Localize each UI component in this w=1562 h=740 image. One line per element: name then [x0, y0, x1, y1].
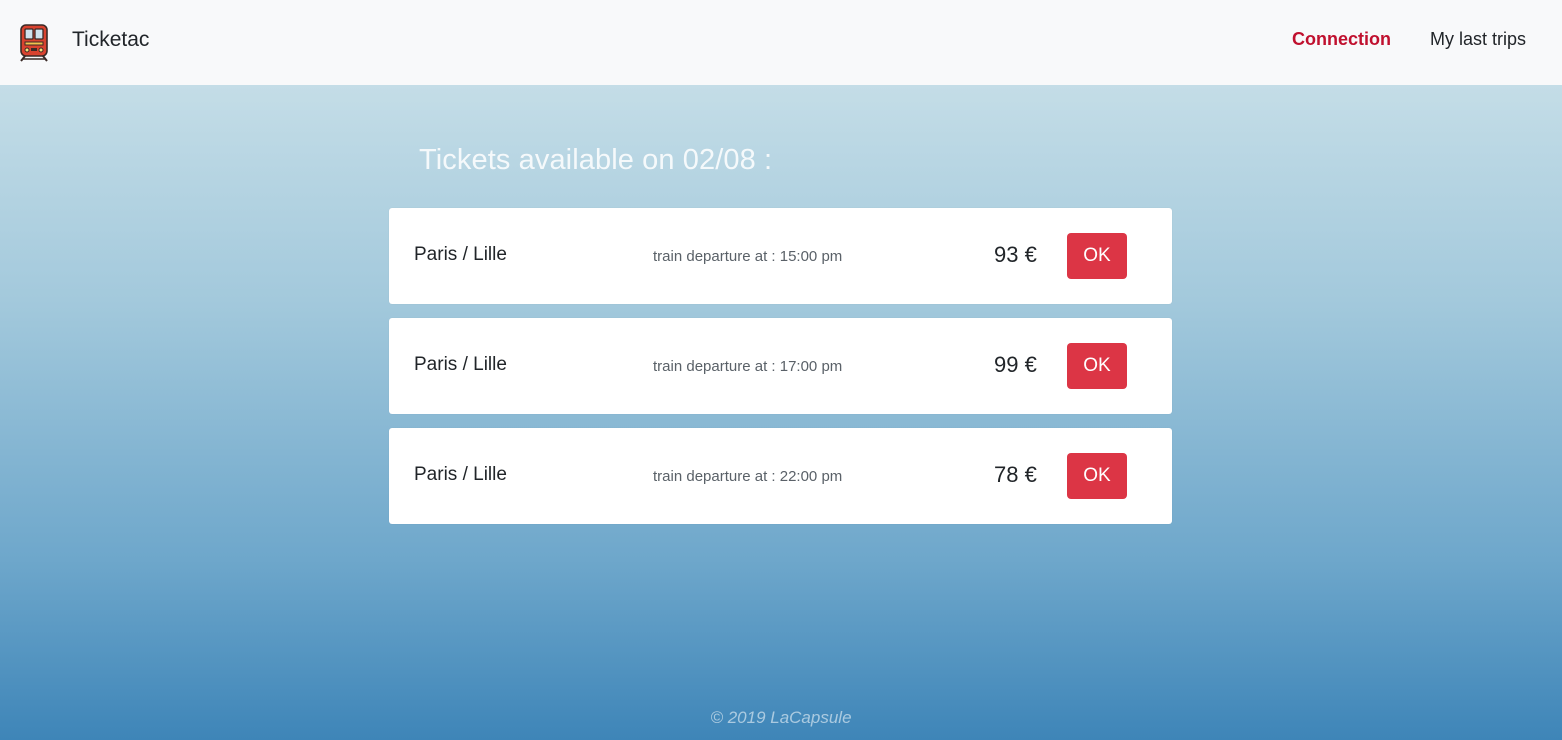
ticket-card: Paris / Lille train departure at : 22:00… — [389, 428, 1172, 524]
ticket-card: Paris / Lille train departure at : 17:00… — [389, 318, 1172, 414]
brand-name: Ticketac — [72, 27, 150, 51]
page-title: Tickets available on 02/08 : — [419, 144, 773, 176]
ok-button[interactable]: OK — [1067, 233, 1127, 279]
ticket-route: Paris / Lille — [414, 244, 507, 265]
navbar: Ticketac Connection My last trips — [0, 0, 1562, 85]
train-icon — [18, 23, 50, 62]
nav-last-trips-link[interactable]: My last trips — [1430, 29, 1526, 50]
ok-button[interactable]: OK — [1067, 453, 1127, 499]
ticket-card: Paris / Lille train departure at : 15:00… — [389, 208, 1172, 304]
footer-copyright: © 2019 LaCapsule — [710, 708, 852, 727]
ticket-route: Paris / Lille — [414, 464, 507, 485]
ticket-departure-time: train departure at : 17:00 pm — [653, 358, 843, 375]
ticket-price: 93 € — [994, 242, 1037, 267]
ticket-departure-time: train departure at : 15:00 pm — [653, 248, 843, 265]
brand-link[interactable]: Ticketac — [18, 0, 149, 85]
ticket-route: Paris / Lille — [414, 354, 507, 375]
ticket-departure-time: train departure at : 22:00 pm — [653, 468, 843, 485]
ticket-price: 78 € — [994, 462, 1037, 487]
nav-connection-link[interactable]: Connection — [1292, 29, 1391, 50]
nav-links: Connection My last trips — [1292, 0, 1526, 85]
ok-button[interactable]: OK — [1067, 343, 1127, 389]
ticket-price: 99 € — [994, 352, 1037, 377]
ticket-list: Paris / Lille train departure at : 15:00… — [389, 208, 1172, 538]
